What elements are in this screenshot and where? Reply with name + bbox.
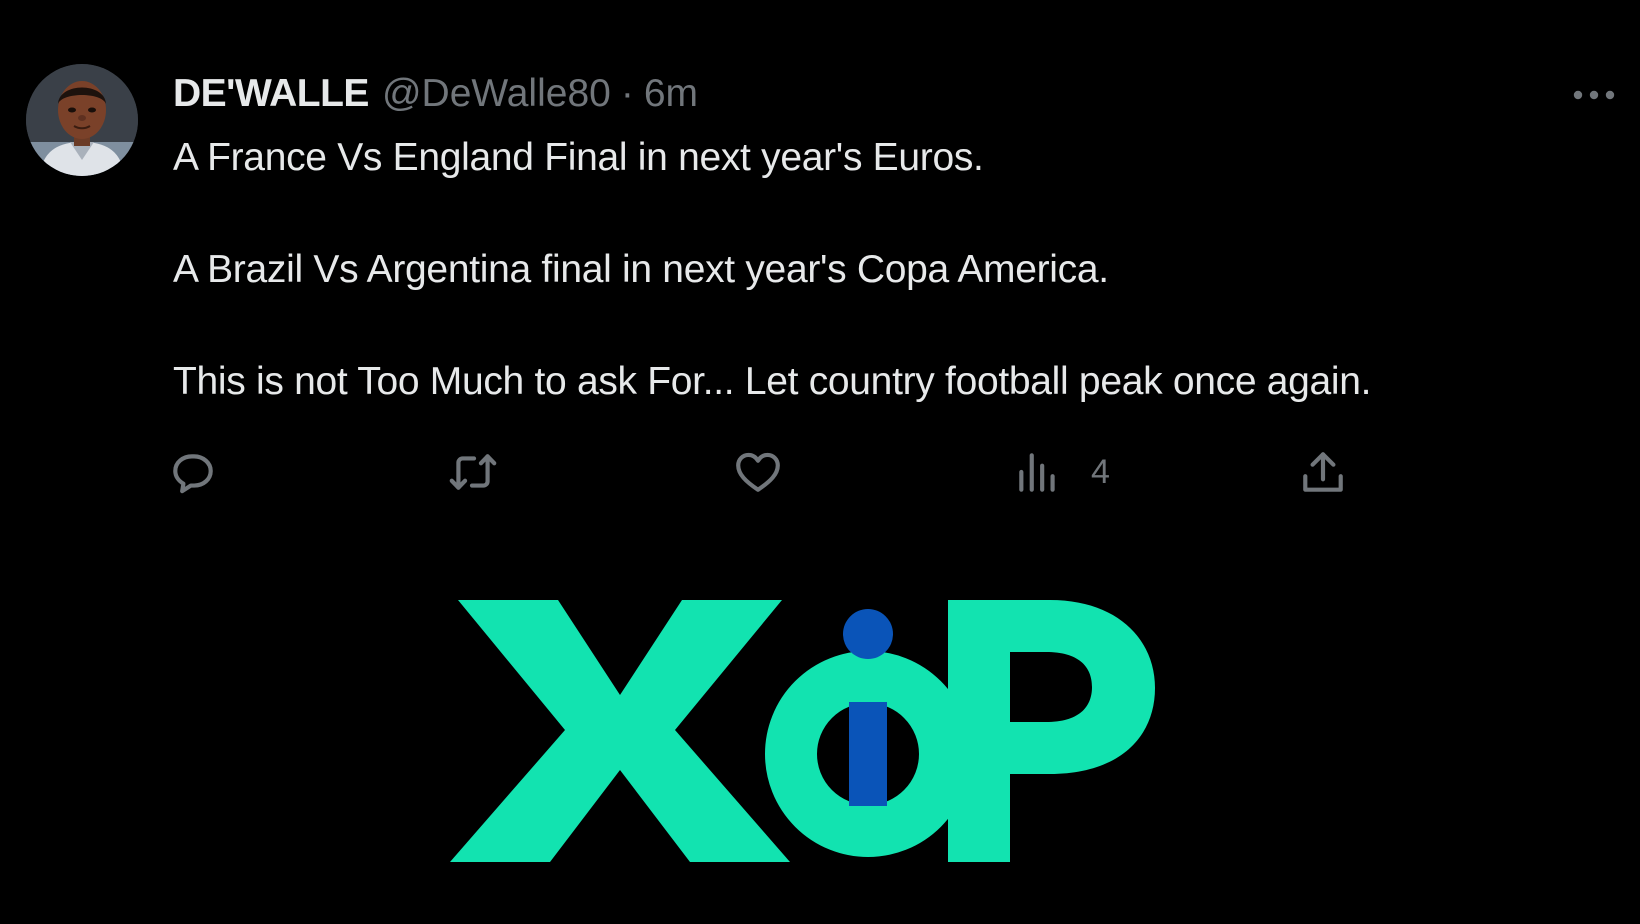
avatar-portrait-icon	[26, 64, 138, 176]
reply-bubble-icon	[173, 454, 213, 494]
share-upload-icon	[1303, 452, 1343, 492]
like-button[interactable]	[733, 444, 783, 500]
more-options-button[interactable]	[1564, 72, 1624, 118]
retweet-icon	[449, 454, 497, 490]
views-count: 4	[1091, 452, 1110, 491]
share-button[interactable]	[1298, 444, 1348, 500]
tweet-actions-bar: 4	[168, 444, 1388, 500]
tweet-paragraph: A France Vs England Final in next year's…	[173, 136, 984, 179]
timestamp[interactable]: 6m	[644, 72, 698, 116]
tweet-text: A France Vs England Final in next year's…	[173, 130, 1573, 410]
heart-icon	[736, 452, 780, 492]
reply-button[interactable]	[168, 444, 218, 500]
xip-logo	[450, 590, 1170, 870]
bar-chart-icon	[1019, 453, 1055, 492]
tweet-paragraph: This is not Too Much to ask For... Let c…	[173, 360, 1372, 403]
user-handle[interactable]: @DeWalle80	[382, 72, 611, 116]
views-button[interactable]: 4	[1013, 444, 1110, 500]
separator-dot: ·	[620, 72, 634, 115]
xip-logo-mark	[450, 600, 1155, 862]
retweet-button[interactable]	[448, 444, 498, 500]
tweet-card[interactable]: DE'WALLE @DeWalle80 · 6m A France Vs Eng…	[0, 0, 1640, 540]
display-name[interactable]: DE'WALLE	[173, 72, 369, 116]
avatar[interactable]	[26, 64, 138, 176]
tweet-paragraph: A Brazil Vs Argentina final in next year…	[173, 248, 1109, 291]
ellipsis-icon	[1573, 90, 1615, 100]
tweet-header: DE'WALLE @DeWalle80 · 6m	[173, 68, 698, 120]
